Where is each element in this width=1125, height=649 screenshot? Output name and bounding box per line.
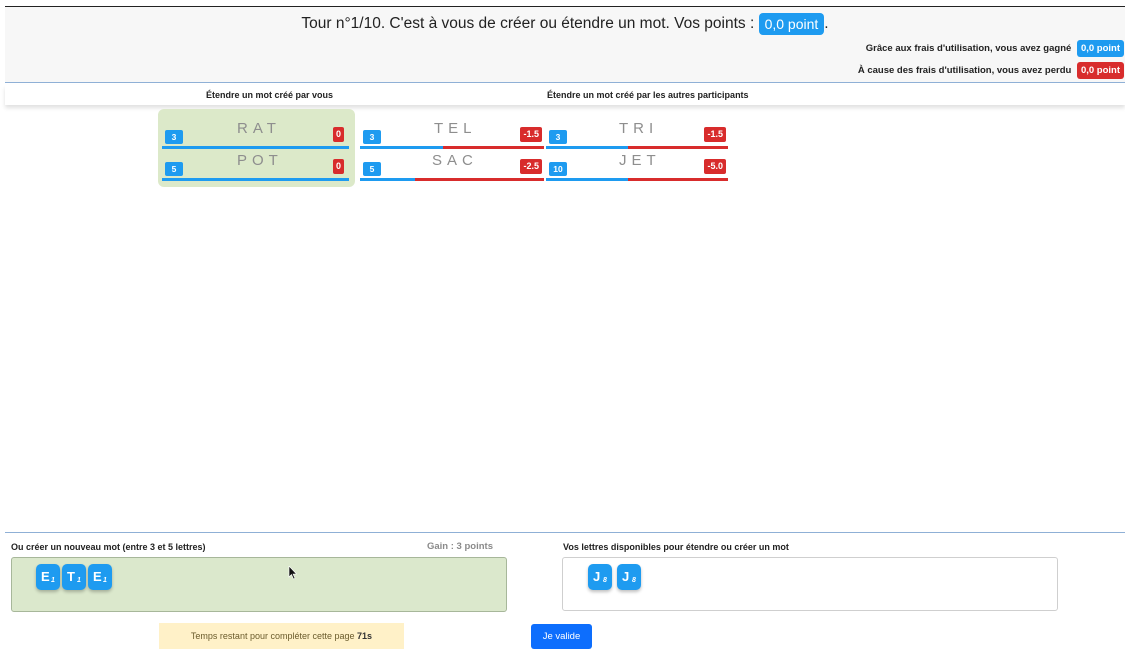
timer-value: 71s: [357, 631, 373, 641]
word-card-other-2[interactable]: 5 SAC -2.5: [360, 149, 544, 181]
section-headings: Étendre un mot créé par vous Étendre un …: [5, 85, 1125, 105]
turn-title: Tour n°1/10. C'est à vous de créer ou ét…: [5, 13, 1125, 35]
word-card-other-1[interactable]: 3 TRI -1.5: [546, 117, 728, 149]
create-gain-label: Gain : 3 points: [427, 541, 493, 552]
word-card-other-0[interactable]: 3 TEL -1.5: [360, 117, 544, 149]
word-score-badge: -1.5: [520, 127, 542, 142]
tile-value: 1: [51, 577, 55, 584]
points-badge: 0,0 point: [758, 13, 825, 35]
tile-letter: J: [593, 569, 601, 584]
turn-title-suffix: .: [824, 15, 829, 33]
other-words-heading: Étendre un mot créé par les autres parti…: [547, 90, 749, 100]
word-share-bar: [546, 178, 728, 181]
word-count-badge: 5: [363, 162, 381, 176]
word-score-badge: 0: [332, 159, 344, 174]
word-text: JET: [619, 152, 661, 169]
tile-letter: T: [67, 569, 75, 584]
tile-value: 1: [77, 577, 81, 584]
time-remaining-notice: Temps restant pour compléter cette page …: [159, 623, 404, 649]
word-share-bar: [162, 178, 349, 181]
word-card-own-1[interactable]: 5 POT 0: [162, 149, 349, 181]
word-text: TEL: [434, 120, 477, 137]
word-score-badge: -2.5: [520, 159, 542, 174]
word-card-other-3[interactable]: 10 JET -5.0: [546, 149, 728, 181]
available-letters-label: Vos lettres disponibles pour étendre ou …: [563, 542, 789, 552]
word-text: RAT: [237, 120, 281, 137]
word-text: POT: [237, 152, 283, 169]
create-tile-0[interactable]: E 1: [36, 564, 60, 590]
word-text: TRI: [619, 120, 659, 137]
word-count-badge: 3: [363, 130, 381, 144]
word-score-badge: 0: [332, 127, 344, 142]
own-words-heading: Étendre un mot créé par vous: [206, 90, 334, 100]
turn-title-text: Tour n°1/10. C'est à vous de créer ou ét…: [301, 15, 755, 33]
fee-gain-badge: 0,0 point: [1076, 40, 1124, 57]
word-count-badge: 3: [549, 130, 567, 144]
word-card-own-0[interactable]: 3 RAT 0: [162, 117, 349, 149]
create-word-label: Ou créer un nouveau mot (entre 3 et 5 le…: [11, 542, 206, 552]
word-share-bar: [360, 178, 544, 181]
tile-value: 8: [632, 577, 636, 584]
fee-loss-line: À cause des frais d'utilisation, vous av…: [858, 62, 1124, 79]
tile-letter: J: [622, 569, 630, 584]
create-tile-1[interactable]: T 1: [62, 564, 86, 590]
fee-gain-line: Grâce aux frais d'utilisation, vous avez…: [866, 40, 1124, 57]
word-count-badge: 10: [549, 162, 567, 176]
validate-button[interactable]: Je valide: [531, 624, 592, 649]
word-score-badge: -1.5: [704, 127, 726, 142]
turn-header: Tour n°1/10. C'est à vous de créer ou ét…: [5, 6, 1125, 83]
tile-value: 1: [103, 577, 107, 584]
word-text: SAC: [432, 152, 478, 169]
create-tile-2[interactable]: E 1: [88, 564, 112, 590]
fee-loss-label: À cause des frais d'utilisation, vous av…: [857, 65, 1072, 76]
word-count-badge: 5: [165, 162, 183, 176]
available-tile-0[interactable]: J 8: [588, 564, 612, 590]
tile-value: 8: [603, 577, 607, 584]
fee-loss-badge: 0,0 point: [1076, 62, 1124, 79]
mouse-cursor-icon: [288, 566, 298, 580]
word-score-badge: -5.0: [704, 159, 726, 174]
tile-letter: E: [93, 569, 102, 584]
available-tile-1[interactable]: J 8: [617, 564, 641, 590]
tile-letter: E: [41, 569, 50, 584]
fee-gain-label: Grâce aux frais d'utilisation, vous avez…: [865, 43, 1072, 54]
timer-label: Temps restant pour compléter cette page: [190, 631, 355, 641]
word-count-badge: 3: [165, 130, 183, 144]
